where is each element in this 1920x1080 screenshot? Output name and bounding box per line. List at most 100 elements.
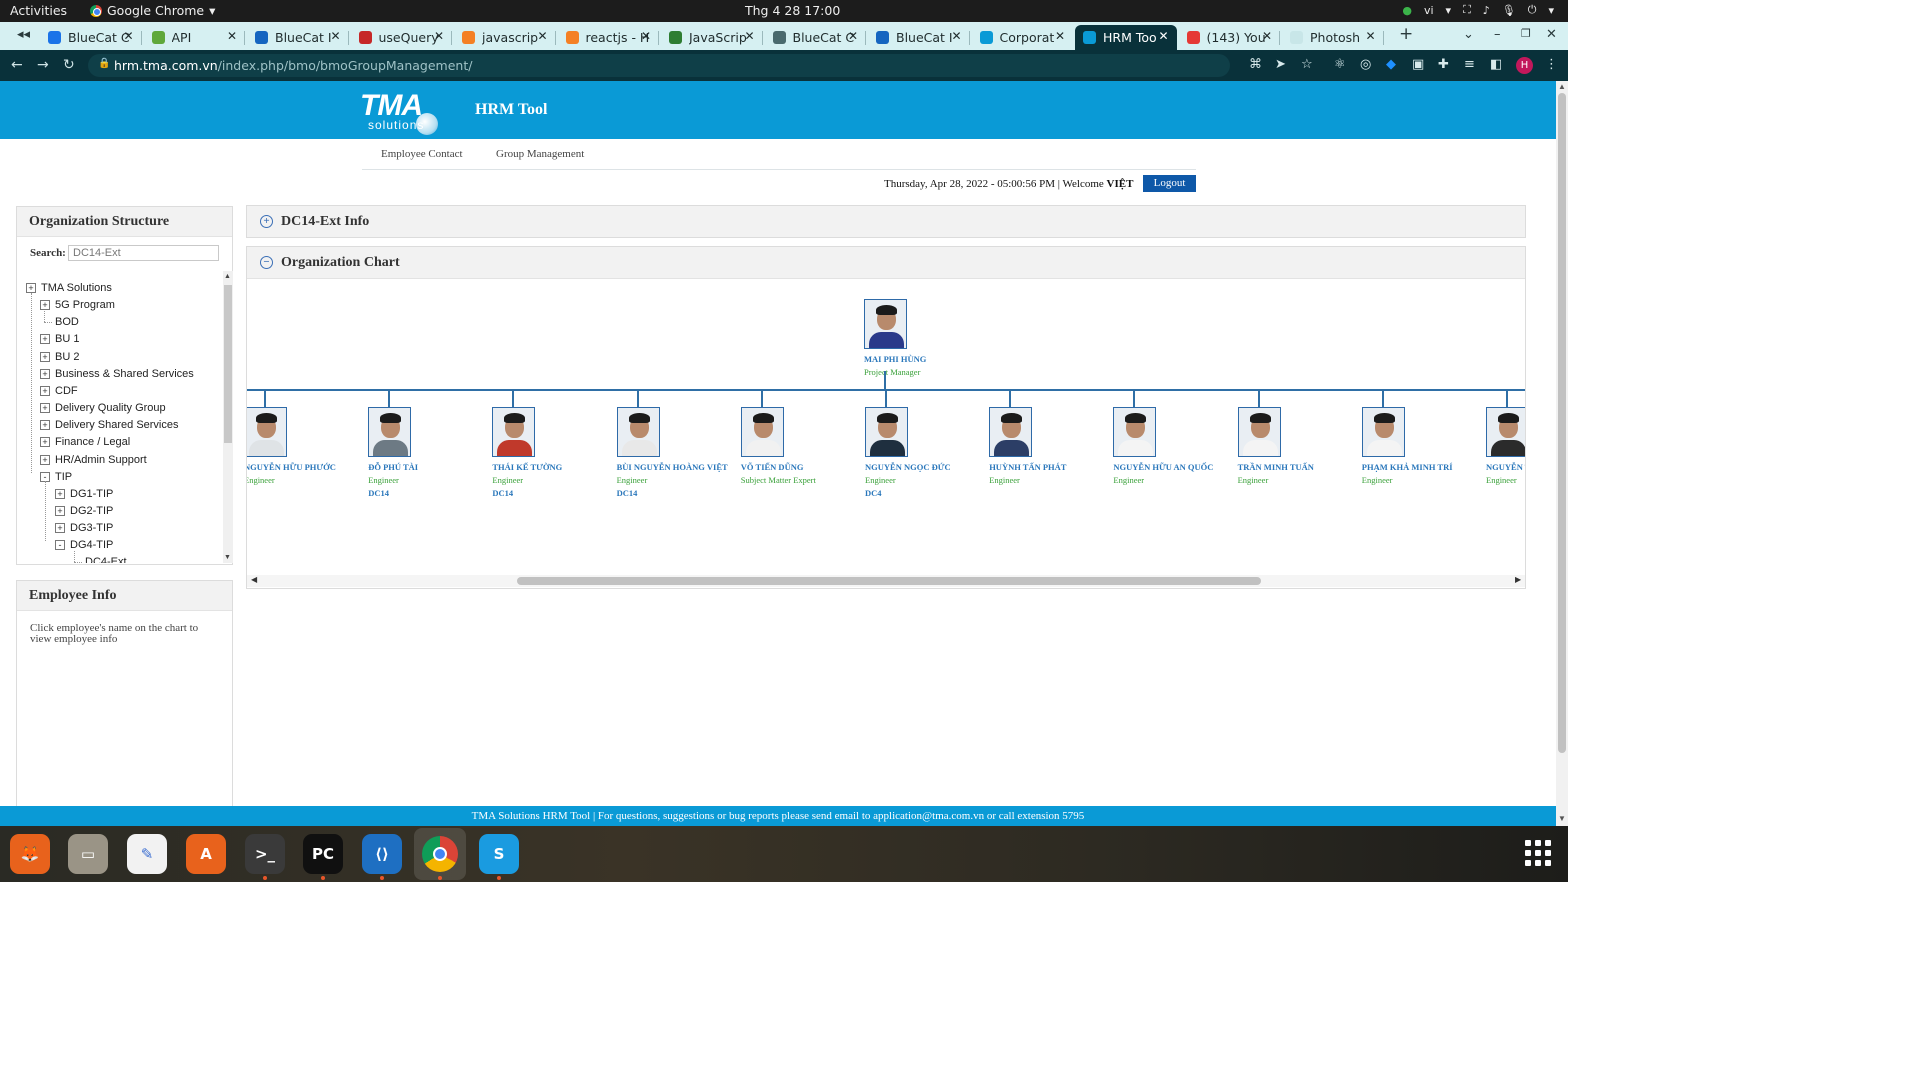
lock-icon[interactable]: 🔒 [98, 58, 110, 69]
app-menu[interactable]: Google Chrome ▾ [90, 3, 215, 18]
tree-node[interactable]: 5G Program [55, 298, 115, 312]
employee-name[interactable]: NGUYỄN HỮU AN QUỐC [1113, 462, 1213, 472]
group-info-title[interactable]: DC14-Ext Info [281, 214, 369, 230]
tree-node[interactable]: Finance / Legal [55, 435, 130, 449]
skype-icon[interactable]: S [479, 834, 519, 874]
back-icon[interactable]: ← [11, 57, 23, 73]
tree-node[interactable]: BOD [55, 315, 79, 329]
files-icon[interactable]: ▭ [68, 834, 108, 874]
react-devtools-icon[interactable]: ⚛ [1334, 57, 1346, 72]
employee-photo[interactable] [1113, 407, 1157, 457]
restore-icon[interactable]: ❐ [1521, 27, 1531, 40]
expand-node-icon[interactable]: + [55, 505, 65, 516]
bookmark-star-icon[interactable]: ☆ [1301, 57, 1313, 72]
tab-search-back-icon[interactable]: ◂◂ [17, 27, 30, 42]
close-tab-icon[interactable]: ✕ [1262, 29, 1272, 43]
scroll-up-icon[interactable]: ▲ [1558, 82, 1566, 91]
clock[interactable]: Thg 4 28 17:00 [745, 3, 840, 18]
firefox-icon[interactable]: 🦊 [10, 834, 50, 874]
extension-circle-icon[interactable]: ◎ [1360, 57, 1371, 72]
expand-node-icon[interactable]: + [55, 523, 65, 534]
page-vertical-scrollbar[interactable]: ▲ ▼ [1556, 81, 1568, 826]
profile-avatar[interactable]: H [1516, 57, 1533, 74]
expand-node-icon[interactable]: + [40, 437, 50, 448]
chrome-icon[interactable] [420, 834, 460, 874]
close-tab-icon[interactable]: ✕ [848, 29, 858, 43]
tree-node[interactable]: DG3-TIP [70, 521, 113, 535]
expand-node-icon[interactable]: + [40, 368, 50, 379]
scroll-thumb[interactable] [1558, 93, 1566, 753]
close-window-icon[interactable]: ✕ [1546, 27, 1557, 42]
close-tab-icon[interactable]: ✕ [537, 29, 547, 43]
scroll-down-icon[interactable]: ▼ [224, 553, 231, 561]
browser-tab[interactable]: reactjs - H ✕ [558, 25, 660, 50]
tree-node[interactable]: HR/Admin Support [55, 453, 147, 467]
system-tray[interactable]: ● vi ▾ ⛶ ♪ 🎙 ⏻ ▾ [1402, 3, 1554, 17]
tree-node[interactable]: TIP [55, 470, 72, 484]
employee-name[interactable]: TRẦN MINH TUẤN [1238, 462, 1314, 472]
employee-name[interactable]: VÕ TIẾN DŨNG [741, 462, 804, 472]
reload-icon[interactable]: ↻ [63, 57, 75, 73]
scroll-thumb[interactable] [224, 285, 232, 443]
side-panel-icon[interactable]: ◧ [1490, 57, 1502, 72]
extension-window-icon[interactable]: ▣ [1412, 57, 1424, 72]
collapse-node-icon[interactable]: - [55, 540, 65, 551]
activities-button[interactable]: Activities [10, 3, 67, 18]
close-tab-icon[interactable]: ✕ [1158, 29, 1168, 43]
tree-node[interactable]: TMA Solutions [41, 281, 112, 295]
tree-node[interactable]: DG4-TIP [70, 538, 113, 552]
tree-node[interactable]: DG2-TIP [70, 504, 113, 518]
employee-photo[interactable] [1361, 407, 1405, 457]
pycharm-icon[interactable]: PC [303, 834, 343, 874]
employee-photo[interactable] [989, 407, 1033, 457]
browser-tab[interactable]: BlueCat I ✕ [868, 25, 970, 50]
expand-icon[interactable]: + [260, 215, 273, 228]
scroll-down-icon[interactable]: ▼ [1558, 814, 1566, 823]
url-text[interactable]: hrm.tma.com.vn/index.php/bmo/bmoGroupMan… [114, 58, 472, 73]
software-icon[interactable]: A [186, 834, 226, 874]
browser-tab[interactable]: BlueCat C ✕ [40, 25, 142, 50]
employee-photo[interactable] [247, 407, 287, 457]
employee-name[interactable]: THÁI KẾ TƯỜNG [492, 462, 562, 472]
extensions-puzzle-icon[interactable]: ✚ [1438, 57, 1449, 72]
translate-icon[interactable]: ⌘ [1249, 57, 1262, 72]
tree-node[interactable]: BU 2 [55, 350, 79, 364]
employee-photo[interactable] [1486, 407, 1525, 457]
tree-scrollbar[interactable]: ▲ ▼ [223, 271, 233, 563]
close-tab-icon[interactable]: ✕ [951, 29, 961, 43]
menu-group-management[interactable]: Group Management [496, 148, 584, 160]
browser-tab[interactable]: useQuery ✕ [351, 25, 453, 50]
reading-list-icon[interactable]: ≡ [1464, 57, 1475, 72]
close-tab-icon[interactable]: ✕ [330, 29, 340, 43]
expand-node-icon[interactable]: + [40, 403, 50, 414]
employee-photo[interactable] [1237, 407, 1281, 457]
kebab-menu-icon[interactable]: ⋮ [1545, 57, 1558, 72]
language-indicator[interactable]: vi [1424, 4, 1434, 17]
scroll-up-icon[interactable]: ▲ [224, 272, 231, 280]
vscode-icon[interactable]: ⟨⟩ [362, 834, 402, 874]
tree-node[interactable]: Delivery Quality Group [55, 401, 166, 415]
text-editor-icon[interactable]: ✎ [127, 834, 167, 874]
collapse-icon[interactable]: − [260, 256, 273, 269]
tab-list-chevron-icon[interactable]: ⌄ [1463, 27, 1474, 42]
employee-name[interactable]: NGUYỄN HỮU PHƯỚC [247, 462, 336, 472]
menu-employee-contact[interactable]: Employee Contact [381, 148, 463, 160]
close-tab-icon[interactable]: ✕ [1055, 29, 1065, 43]
close-tab-icon[interactable]: ✕ [434, 29, 444, 43]
logout-button[interactable]: Logout [1143, 175, 1196, 192]
expand-node-icon[interactable]: + [40, 300, 50, 311]
browser-tab[interactable]: HRM Too ✕ [1075, 25, 1177, 50]
employee-name[interactable]: NGUYỄN T [1486, 462, 1525, 472]
microphone-icon[interactable]: 🎙 [1502, 4, 1516, 17]
minimize-icon[interactable]: – [1494, 27, 1501, 42]
org-chart-title[interactable]: Organization Chart [281, 255, 400, 271]
expand-node-icon[interactable]: + [26, 283, 36, 293]
browser-tab[interactable]: API ✕ [144, 25, 246, 50]
expand-node-icon[interactable]: + [40, 454, 50, 465]
browser-tab[interactable]: BlueCat C ✕ [765, 25, 867, 50]
expand-node-icon[interactable]: + [40, 334, 50, 345]
extension-drop-icon[interactable]: ◆ [1386, 57, 1396, 72]
tree-node[interactable]: Business & Shared Services [55, 367, 194, 381]
expand-node-icon[interactable]: + [40, 420, 50, 431]
search-input[interactable] [68, 245, 219, 261]
